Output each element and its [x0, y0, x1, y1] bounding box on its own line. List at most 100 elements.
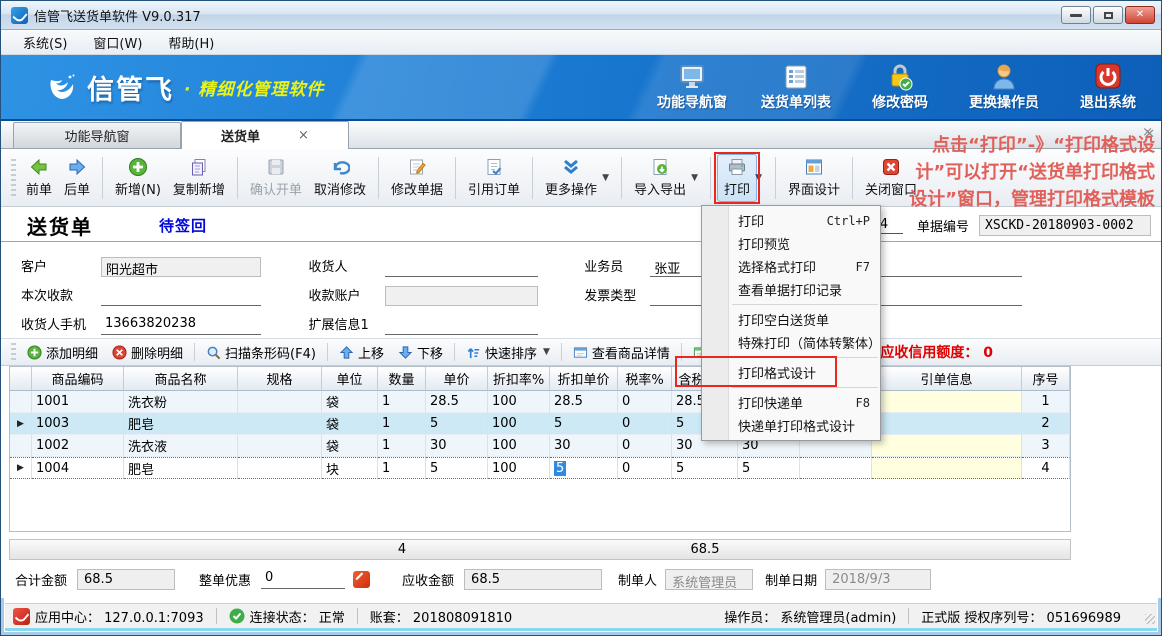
column-header[interactable]: 税率%	[618, 367, 672, 391]
banner-action-switch-operator[interactable]: 更换操作员	[965, 63, 1043, 112]
cell[interactable]: 1001	[32, 391, 124, 413]
restore-button[interactable]	[1093, 6, 1123, 24]
scan-barcode-button[interactable]: 扫描条形码(F4)	[199, 343, 323, 362]
discount-edit-icon[interactable]	[353, 571, 370, 588]
cell[interactable]: 5	[426, 413, 488, 435]
print-menu-item[interactable]: 选择格式打印F7	[702, 255, 880, 278]
cell[interactable]: 袋	[322, 435, 378, 457]
cell[interactable]	[238, 435, 322, 457]
cell[interactable]: 1	[1022, 391, 1070, 413]
next-doc-button[interactable]: 后单	[58, 154, 96, 202]
view-product-detail-button[interactable]: 查看商品详情	[566, 343, 677, 362]
row-selector[interactable]: ▶	[10, 457, 32, 479]
cell[interactable]	[872, 435, 1022, 457]
banner-action-order-list[interactable]: 送货单列表	[757, 63, 835, 112]
cell[interactable]	[872, 457, 1022, 479]
discount-field[interactable]: 0	[261, 569, 345, 589]
print-menu-item[interactable]: 打印格式设计	[702, 361, 880, 384]
cell[interactable]: 28.5	[550, 391, 618, 413]
cell[interactable]: 30	[426, 435, 488, 457]
print-button[interactable]: 打印▼	[717, 154, 757, 202]
cell[interactable]: 0	[618, 457, 672, 479]
table-row[interactable]: 1001洗衣粉袋128.510028.5028.528.51	[10, 391, 1070, 413]
row-selector[interactable]	[10, 435, 32, 457]
print-menu-item[interactable]: 打印Ctrl+P	[702, 209, 880, 232]
cell[interactable]: 洗衣液	[124, 435, 238, 457]
column-header[interactable]: 单位	[322, 367, 378, 391]
cell[interactable]: 5	[426, 457, 488, 479]
cell[interactable]: 2	[1022, 413, 1070, 435]
copy-new-button[interactable]: 复制新增	[167, 154, 231, 202]
ui-design-button[interactable]: 界面设计	[782, 154, 846, 202]
cell[interactable]: 块	[322, 457, 378, 479]
print-menu-item[interactable]: 查看单据打印记录	[702, 278, 880, 301]
column-header[interactable]: 商品编码	[32, 367, 124, 391]
column-header[interactable]: 折扣单价	[550, 367, 618, 391]
cell[interactable]: 3	[1022, 435, 1070, 457]
banner-action-nav[interactable]: 功能导航窗	[653, 63, 731, 112]
menu-help[interactable]: 帮助(H)	[156, 31, 226, 54]
field-input[interactable]: 13663820238	[101, 315, 261, 335]
column-header[interactable]: 规格	[238, 367, 322, 391]
cell[interactable]: 肥皂	[124, 413, 238, 435]
banner-action-exit[interactable]: 退出系统	[1069, 63, 1147, 112]
cell[interactable]: 1	[378, 413, 426, 435]
cell[interactable]: 100	[488, 435, 550, 457]
cell[interactable]: 5	[550, 457, 618, 479]
cell[interactable]: 1	[378, 391, 426, 413]
cell[interactable]: 0	[618, 413, 672, 435]
column-header[interactable]: 单价	[426, 367, 488, 391]
cell[interactable]: 1	[378, 435, 426, 457]
cell[interactable]: 5	[672, 457, 738, 479]
cell[interactable]: 4	[1022, 457, 1070, 479]
banner-action-change-password[interactable]: 修改密码	[861, 63, 939, 112]
column-header[interactable]: 引单信息	[872, 367, 1022, 391]
reference-order-button[interactable]: 引用订单	[462, 154, 526, 202]
cell[interactable]: 100	[488, 413, 550, 435]
cell[interactable]: 0	[618, 391, 672, 413]
confirm-button[interactable]: 确认开单	[244, 154, 308, 202]
menu-window[interactable]: 窗口(W)	[81, 31, 154, 54]
cell[interactable]	[872, 413, 1022, 435]
cell[interactable]	[238, 391, 322, 413]
field-input[interactable]	[864, 286, 1022, 306]
field-input[interactable]	[864, 257, 1022, 277]
new-button[interactable]: 新增(N)	[109, 154, 167, 202]
cell[interactable]	[238, 457, 322, 479]
editing-cell-selection[interactable]: 5	[554, 461, 566, 476]
field-input[interactable]	[385, 257, 539, 277]
cell[interactable]: 洗衣粉	[124, 391, 238, 413]
move-down-button[interactable]: 下移	[391, 343, 450, 362]
cell[interactable]: 100	[488, 391, 550, 413]
cell[interactable]	[872, 391, 1022, 413]
print-menu-item[interactable]: 快递单打印格式设计	[702, 414, 880, 437]
field-input[interactable]	[385, 286, 539, 306]
quick-sort-button[interactable]: 快速排序▼	[459, 343, 557, 362]
column-header[interactable]: 商品名称	[124, 367, 238, 391]
cell[interactable]: 0	[618, 435, 672, 457]
column-header[interactable]: 序号	[1022, 367, 1070, 391]
column-header[interactable]: 折扣率%	[488, 367, 550, 391]
row-selector[interactable]: ▶	[10, 413, 32, 435]
print-menu-item[interactable]: 特殊打印（简体转繁体）	[702, 331, 880, 354]
print-menu-item[interactable]: 打印预览	[702, 232, 880, 255]
print-menu-item[interactable]: 打印快递单F8	[702, 391, 880, 414]
edit-doc-button[interactable]: 修改单据	[385, 154, 449, 202]
print-menu-item[interactable]: 打印空白送货单	[702, 308, 880, 331]
table-row[interactable]: ▶1003肥皂袋1510050552	[10, 413, 1070, 435]
delete-line-button[interactable]: 删除明细	[105, 343, 190, 362]
cell[interactable]	[800, 457, 872, 479]
cell[interactable]: 1002	[32, 435, 124, 457]
column-header[interactable]	[10, 367, 32, 391]
prev-doc-button[interactable]: 前单	[20, 154, 58, 202]
table-row[interactable]: 1002洗衣液袋13010030030303	[10, 435, 1070, 457]
close-button[interactable]: ✕	[1125, 6, 1155, 24]
row-selector[interactable]	[10, 391, 32, 413]
tab-close-icon[interactable]: ×	[298, 128, 309, 143]
move-up-button[interactable]: 上移	[332, 343, 391, 362]
cell[interactable]: 1	[378, 457, 426, 479]
cell[interactable]: 1003	[32, 413, 124, 435]
column-header[interactable]: 数量	[378, 367, 426, 391]
table-row[interactable]: ▶1004肥皂块1510050554	[10, 457, 1070, 479]
cancel-edit-button[interactable]: 取消修改	[308, 154, 372, 202]
